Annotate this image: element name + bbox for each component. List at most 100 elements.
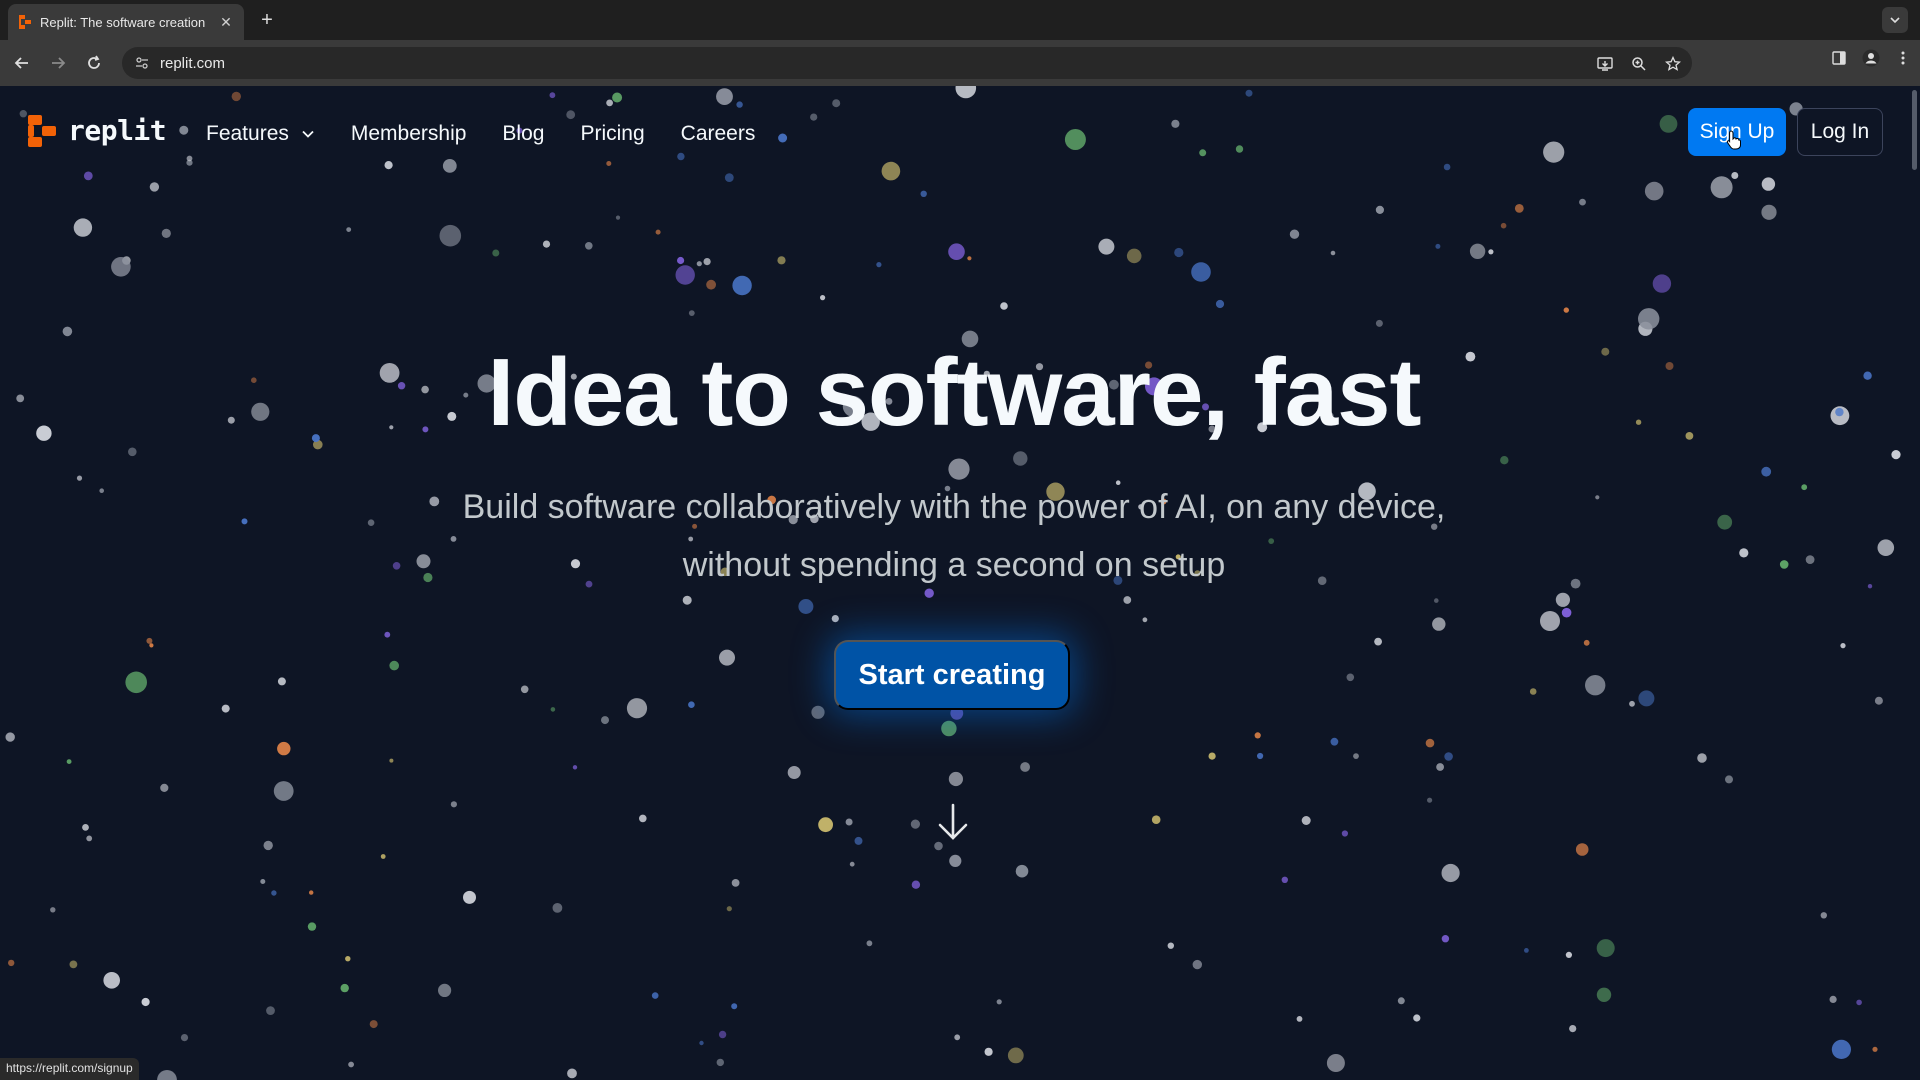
reload-icon[interactable] xyxy=(80,49,108,77)
scroll-down-arrow-icon[interactable] xyxy=(936,802,970,842)
back-arrow-icon[interactable] xyxy=(8,49,36,77)
zoom-icon[interactable] xyxy=(1630,55,1648,73)
particle-dot xyxy=(1441,935,1450,943)
replit-favicon-icon xyxy=(18,15,32,29)
nav-membership[interactable]: Membership xyxy=(351,122,467,146)
particle-dot xyxy=(1840,643,1846,649)
particle-dot xyxy=(948,458,970,480)
particle-dot xyxy=(1585,675,1606,696)
particle-dot xyxy=(141,997,150,1007)
start-creating-button[interactable]: Start creating xyxy=(834,640,1070,710)
particle-dot xyxy=(345,956,351,962)
particle-dot xyxy=(520,685,529,694)
tab-close-icon[interactable]: ✕ xyxy=(218,14,234,30)
particle-dot xyxy=(1425,738,1435,748)
particle-dot xyxy=(1638,690,1655,707)
browser-tab[interactable]: Replit: The software creation ✕ xyxy=(8,4,244,40)
particle-dot xyxy=(703,258,711,266)
particle-dot xyxy=(1375,205,1384,214)
particle-dot xyxy=(463,890,476,904)
particle-dot xyxy=(438,983,452,998)
particle-dot xyxy=(1652,274,1672,293)
particle-dot xyxy=(1208,752,1216,760)
particle-dot xyxy=(719,649,735,666)
particle-dot xyxy=(831,615,839,623)
tab-search-chevron-icon[interactable] xyxy=(1882,7,1908,33)
particle-dot xyxy=(1488,249,1494,255)
bookmark-star-icon[interactable] xyxy=(1664,55,1682,73)
particle-dot xyxy=(948,243,965,260)
particle-dot xyxy=(146,637,153,644)
particle-dot xyxy=(1831,1039,1851,1059)
particle-dot xyxy=(103,972,120,989)
scrollbar-thumb[interactable] xyxy=(1912,90,1917,170)
particle-dot xyxy=(1432,617,1446,631)
particle-dot xyxy=(934,841,943,851)
forward-arrow-icon[interactable] xyxy=(44,49,72,77)
particle-dot xyxy=(1575,843,1589,856)
particle-dot xyxy=(820,295,826,301)
tab-title: Replit: The software creation xyxy=(40,14,206,30)
particle-dot xyxy=(1563,307,1570,313)
particle-dot xyxy=(1583,639,1590,646)
particle-dot xyxy=(655,229,661,235)
nav-features-label: Features xyxy=(206,122,289,145)
particle-dot xyxy=(1725,775,1733,784)
particle-dot xyxy=(699,1040,704,1046)
particle-dot xyxy=(1281,876,1289,883)
particle-dot xyxy=(639,814,647,823)
particle-dot xyxy=(367,519,375,526)
address-bar[interactable]: replit.com xyxy=(122,47,1692,79)
replit-logo[interactable]: replit xyxy=(28,114,167,147)
particle-dot xyxy=(677,256,685,265)
particle-dot xyxy=(1289,229,1300,239)
particle-dot xyxy=(1123,596,1132,604)
install-app-icon[interactable] xyxy=(1596,55,1614,73)
nav-careers[interactable]: Careers xyxy=(681,122,756,146)
particle-dot xyxy=(688,310,695,316)
particle-dot xyxy=(1579,198,1586,206)
particle-dot xyxy=(277,677,286,686)
page-scrollbar[interactable] xyxy=(1908,86,1920,1080)
replit-homepage: replit Features Membership Blog Pricing … xyxy=(0,86,1908,1080)
particle-dot xyxy=(811,705,825,719)
particle-dot xyxy=(340,983,349,993)
particle-dot xyxy=(716,1058,724,1067)
particle-dot xyxy=(157,1070,177,1080)
particle-dot xyxy=(845,818,853,826)
particle-dot xyxy=(1717,514,1733,530)
particle-dot xyxy=(1191,262,1211,282)
particle-dot xyxy=(777,256,786,265)
particle-dot xyxy=(718,1030,727,1039)
particle-dot xyxy=(1500,222,1507,229)
particle-dot xyxy=(1374,637,1382,646)
particle-dot xyxy=(1427,797,1433,803)
log-in-button[interactable]: Log In xyxy=(1797,108,1883,156)
particle-dot xyxy=(423,572,433,583)
particle-dot xyxy=(1353,753,1359,759)
profile-icon[interactable] xyxy=(1862,49,1880,67)
nav-pricing[interactable]: Pricing xyxy=(580,122,644,146)
particle-dot xyxy=(416,554,431,569)
particle-dot xyxy=(1874,696,1883,705)
particle-dot xyxy=(854,836,863,845)
particle-dot xyxy=(1867,584,1873,589)
particle-dot xyxy=(1638,308,1660,330)
browser-menu-icon[interactable] xyxy=(1894,49,1912,67)
particle-dot xyxy=(8,959,15,967)
particle-dot xyxy=(128,447,137,457)
particle-dot xyxy=(1257,752,1264,760)
site-info-icon[interactable] xyxy=(134,55,150,71)
particle-dot xyxy=(1872,1046,1878,1052)
nav-features[interactable]: Features xyxy=(206,122,315,146)
particle-dot xyxy=(429,496,440,507)
new-tab-icon[interactable]: + xyxy=(255,8,279,32)
particle-dot xyxy=(787,766,801,779)
particle-dot xyxy=(1596,939,1615,958)
particle-dot xyxy=(86,835,93,842)
particle-dot xyxy=(696,261,702,267)
particle-dot xyxy=(1301,816,1311,825)
side-panel-icon[interactable] xyxy=(1830,49,1848,67)
nav-blog[interactable]: Blog xyxy=(502,122,544,146)
particle-dot xyxy=(149,182,160,192)
